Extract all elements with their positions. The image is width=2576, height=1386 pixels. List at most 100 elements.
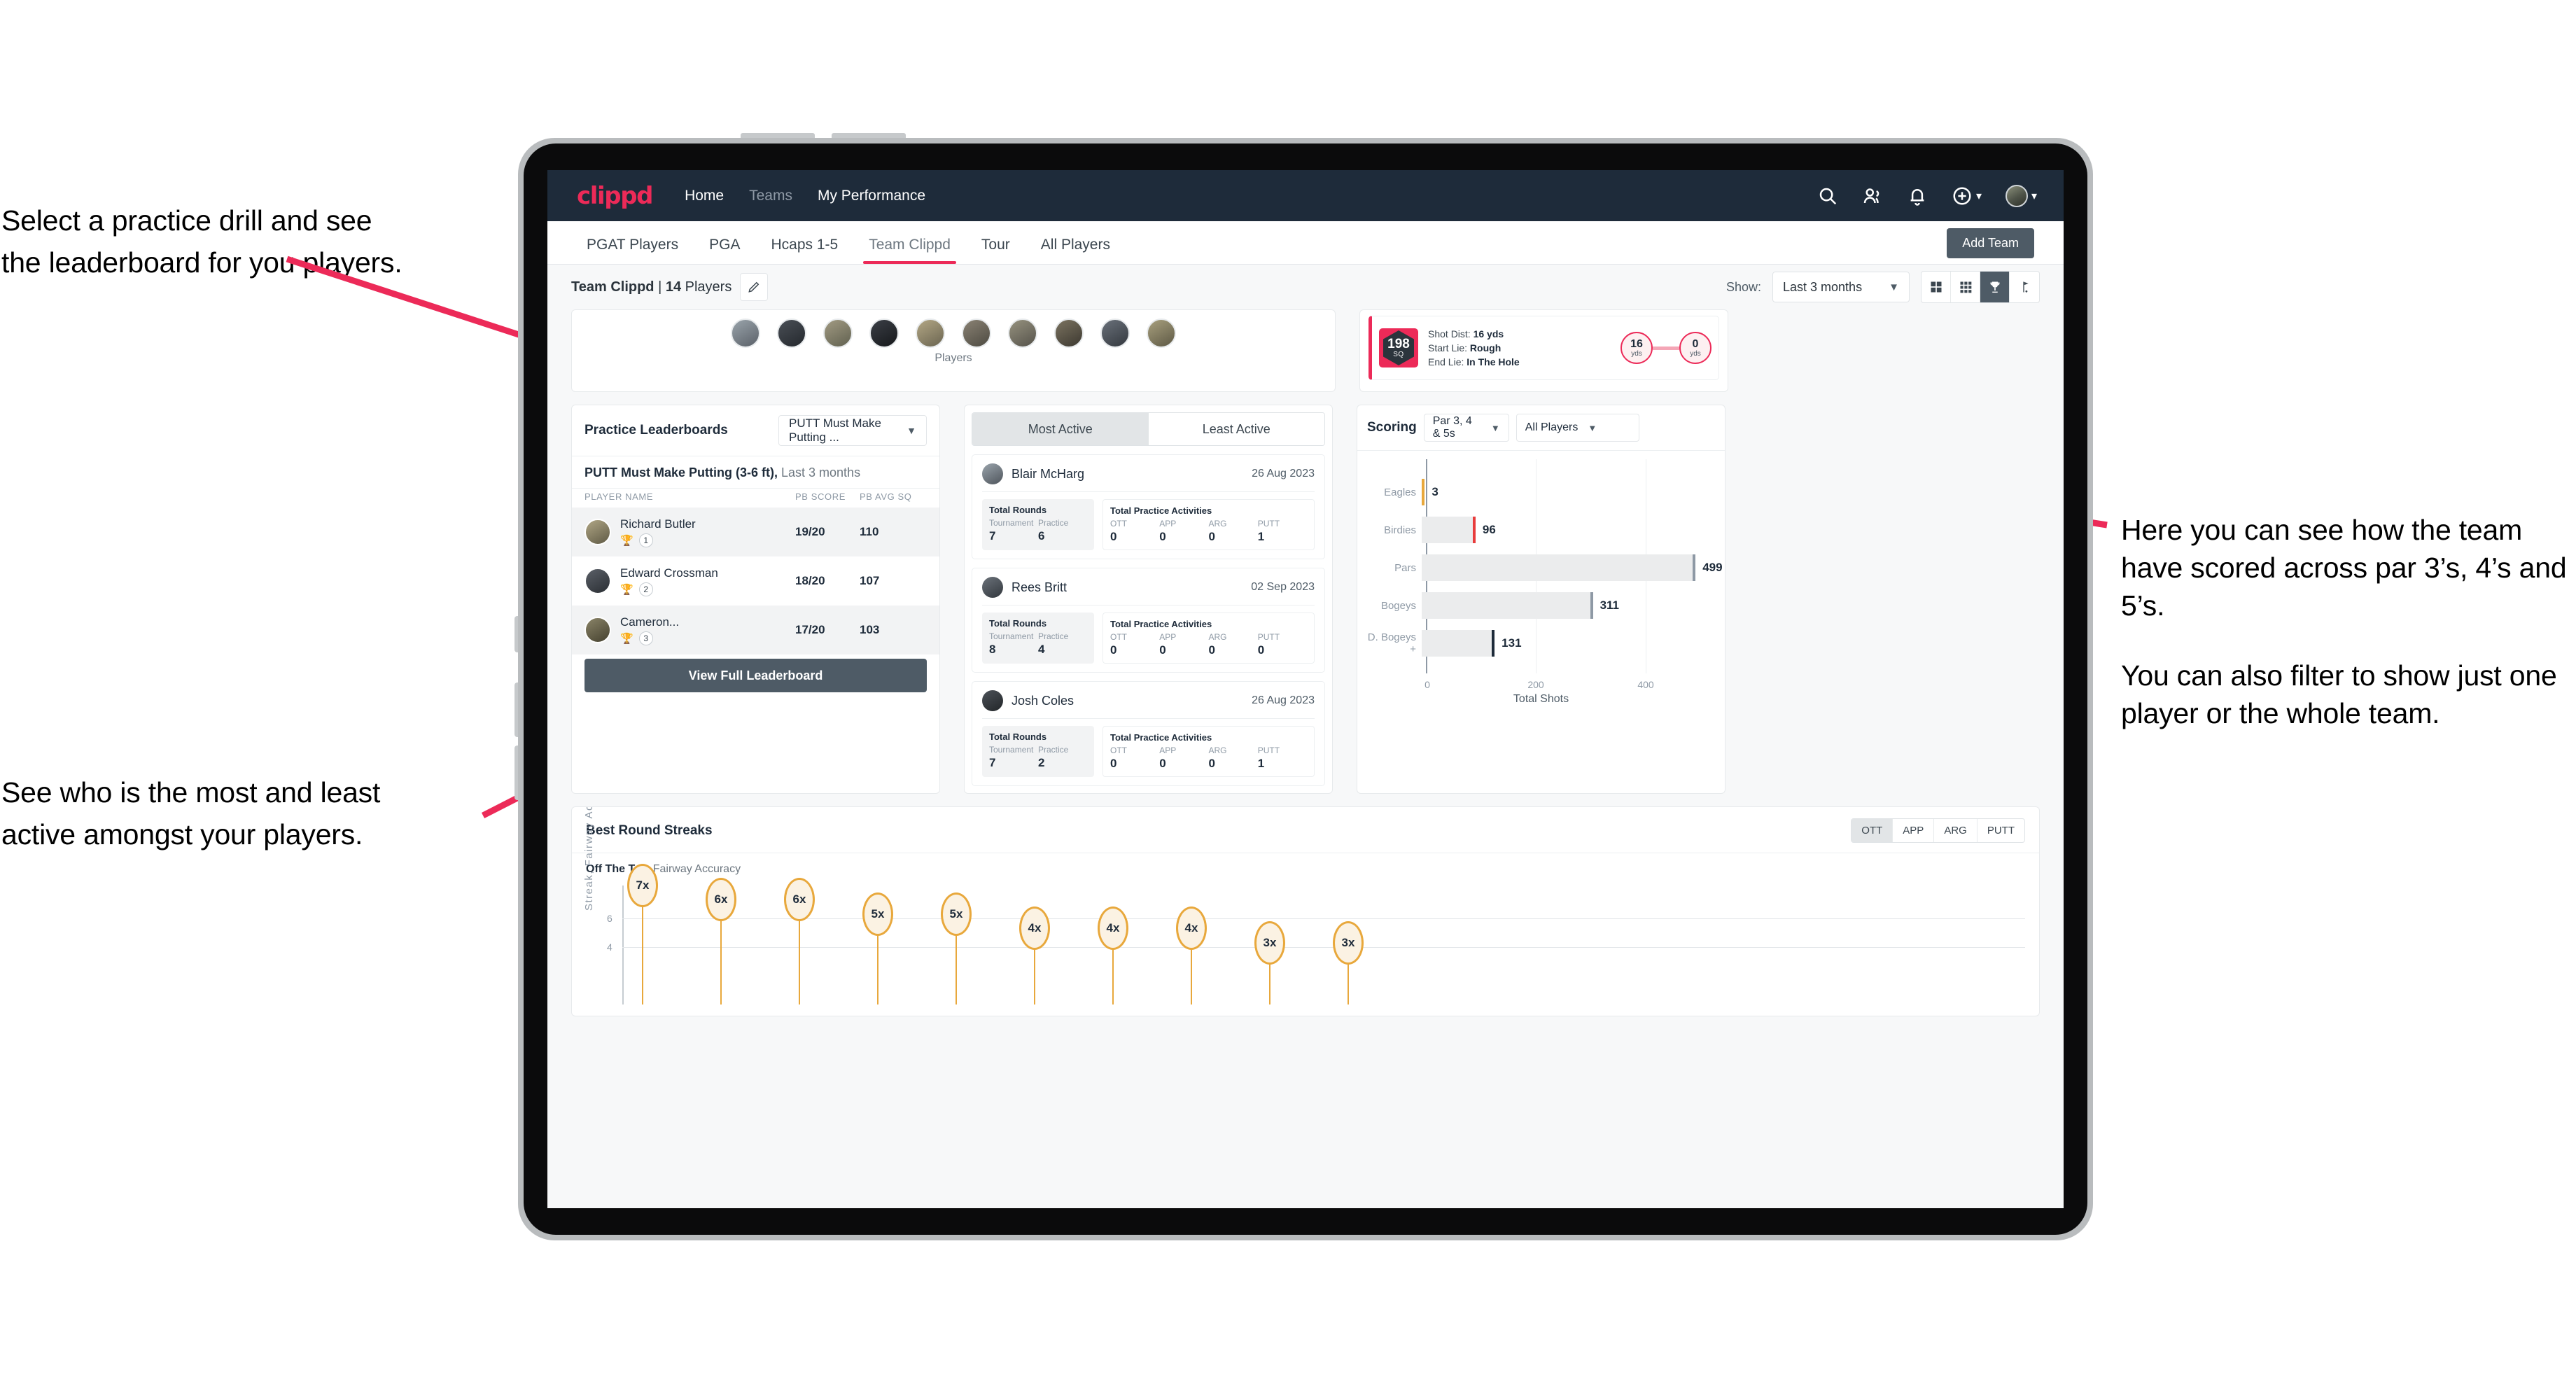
list-item[interactable]: Rees Britt 02 Sep 2023 Total Rounds Tour… <box>972 568 1325 673</box>
streak-bubble[interactable]: 5x <box>941 892 972 936</box>
table-row[interactable]: Richard Butler 🏆 1 19/20 110 <box>572 507 939 556</box>
avatar[interactable] <box>1054 318 1084 348</box>
streak-stem <box>1191 947 1192 1004</box>
divider <box>982 605 1315 606</box>
team-separator: | <box>654 279 666 295</box>
putt-label: PUTT <box>1257 632 1280 642</box>
app-label: APP <box>1159 746 1177 755</box>
people-icon[interactable] <box>1862 186 1883 206</box>
ott-label: OTT <box>1110 746 1127 755</box>
list-item[interactable]: Josh Coles 26 Aug 2023 Total Rounds Tour… <box>972 681 1325 786</box>
start-lie-line: Start Lie: Rough <box>1428 341 1520 355</box>
chart-x-label: Total Shots <box>1513 693 1569 705</box>
avatar <box>584 519 611 545</box>
x-tick: 400 <box>1637 679 1654 690</box>
tab-least-active[interactable]: Least Active <box>1148 413 1324 445</box>
tab-tour[interactable]: Tour <box>972 237 1020 264</box>
arg-stat: ARG 0 <box>1209 519 1258 544</box>
toggle-arg[interactable]: ARG <box>1934 819 1977 842</box>
pb-score: 18/20 <box>795 574 825 587</box>
streak-bubble[interactable]: 4x <box>1176 906 1207 950</box>
tab-most-active[interactable]: Most Active <box>972 413 1149 445</box>
tournament-stat: Tournament 7 <box>989 518 1038 543</box>
chevron-down-icon: ▼ <box>906 425 916 436</box>
streak-bubble[interactable]: 4x <box>1019 906 1050 950</box>
streak-bubble[interactable]: 7x <box>627 863 658 907</box>
avatar <box>982 577 1003 598</box>
divider <box>1357 450 1725 451</box>
player-info: Cameron... 🏆 3 <box>620 615 795 645</box>
chart-y-axis <box>622 886 624 1004</box>
streak-bubble[interactable]: 5x <box>862 892 893 936</box>
avatar[interactable] <box>1147 318 1176 348</box>
tab-team-clippd[interactable]: Team Clippd <box>859 237 960 264</box>
nav-link-teams[interactable]: Teams <box>749 188 792 204</box>
pencil-icon <box>748 281 760 293</box>
streak-bubble[interactable]: 6x <box>706 878 736 921</box>
avatar[interactable] <box>1008 318 1037 348</box>
user-menu[interactable]: ▾ <box>2005 184 2037 207</box>
team-subbar: Team Clippd | 14 Players Show: Last 3 mo… <box>571 265 2040 309</box>
ott-stat: OTT 0 <box>1110 519 1159 544</box>
bar-category-label: D. Bogeys + <box>1367 631 1416 655</box>
nav-link-my-performance[interactable]: My Performance <box>818 188 925 204</box>
view-trophy-button[interactable] <box>1980 272 2010 302</box>
streaks-y-label: Streak, Fairway Accuracy <box>583 806 595 911</box>
tab-all-players[interactable]: All Players <box>1031 237 1120 264</box>
practice-leaderboards-card: Practice Leaderboards PUTT Must Make Put… <box>571 405 940 794</box>
show-label: Show: <box>1726 279 1761 294</box>
toggle-putt[interactable]: PUTT <box>1977 819 2024 842</box>
list-item[interactable]: Blair McHarg 26 Aug 2023 Total Rounds To… <box>972 454 1325 559</box>
avatar[interactable] <box>731 318 760 348</box>
par-filter-select[interactable]: Par 3, 4 & 5s ▼ <box>1423 414 1509 442</box>
edit-team-button[interactable] <box>740 273 769 301</box>
avatar[interactable] <box>962 318 991 348</box>
streak-bubble[interactable]: 6x <box>784 878 815 921</box>
plus-circle-icon[interactable] <box>1952 186 1973 206</box>
avatar[interactable] <box>916 318 945 348</box>
drill-select[interactable]: PUTT Must Make Putting ... ▼ <box>778 415 927 446</box>
bar-track: 499 <box>1422 549 1723 587</box>
search-icon[interactable] <box>1817 186 1838 206</box>
activity-date: 26 Aug 2023 <box>1252 694 1315 706</box>
avatar[interactable] <box>777 318 806 348</box>
streak-bubble[interactable]: 4x <box>1098 906 1128 950</box>
tab-pgat-players[interactable]: PGAT Players <box>577 237 688 264</box>
view-golf-flag-button[interactable] <box>2010 272 2039 302</box>
divider <box>982 491 1315 492</box>
shot-dist-value: 16 yds <box>1473 328 1504 340</box>
bell-icon[interactable] <box>1907 186 1928 206</box>
streak-bubble[interactable]: 3x <box>1254 920 1285 965</box>
streaks-metric: Fairway Accuracy <box>650 863 741 875</box>
practice-value: 6 <box>1038 529 1045 542</box>
putt-stat: PUTT 1 <box>1258 519 1307 544</box>
avatar[interactable] <box>2005 184 2028 207</box>
view-grid-small-button[interactable] <box>1951 272 1980 302</box>
avatar[interactable] <box>1100 318 1130 348</box>
table-row[interactable]: Edward Crossman 🏆 2 18/20 107 <box>572 556 939 606</box>
streak-bubble[interactable]: 3x <box>1333 920 1364 965</box>
add-team-button[interactable]: Add Team <box>1947 228 2034 258</box>
x-tick: 200 <box>1527 679 1544 690</box>
player-filter-select[interactable]: All Players ▼ <box>1516 414 1639 442</box>
tournament-stat: Tournament 7 <box>989 745 1038 770</box>
nav-link-home[interactable]: Home <box>685 188 724 204</box>
view-full-leaderboard-button[interactable]: View Full Leaderboard <box>584 659 927 692</box>
streak-stem <box>642 904 643 1004</box>
avatar[interactable] <box>823 318 853 348</box>
leaderboard-header: Practice Leaderboards PUTT Must Make Put… <box>572 405 939 456</box>
toggle-app[interactable]: APP <box>1893 819 1935 842</box>
avatar[interactable] <box>869 318 899 348</box>
add-menu[interactable]: ▾ <box>1952 186 1982 206</box>
toggle-ott[interactable]: OTT <box>1851 819 1893 842</box>
drill-name: PUTT Must Make Putting (3-6 ft), <box>584 465 778 479</box>
grid-small-icon <box>1960 281 1971 293</box>
show-range-select[interactable]: Last 3 months ▼ <box>1772 272 1910 302</box>
view-grid-large-button[interactable] <box>1921 272 1951 302</box>
tab-hcaps-1-5[interactable]: Hcaps 1-5 <box>761 237 848 264</box>
par-filter-value: Par 3, 4 & 5s <box>1432 415 1472 440</box>
tab-pga[interactable]: PGA <box>699 237 750 264</box>
putt-stat: PUTT 0 <box>1258 632 1307 657</box>
clippd-logo[interactable]: clippd <box>577 182 653 210</box>
table-row[interactable]: Cameron... 🏆 3 17/20 103 <box>572 606 939 654</box>
